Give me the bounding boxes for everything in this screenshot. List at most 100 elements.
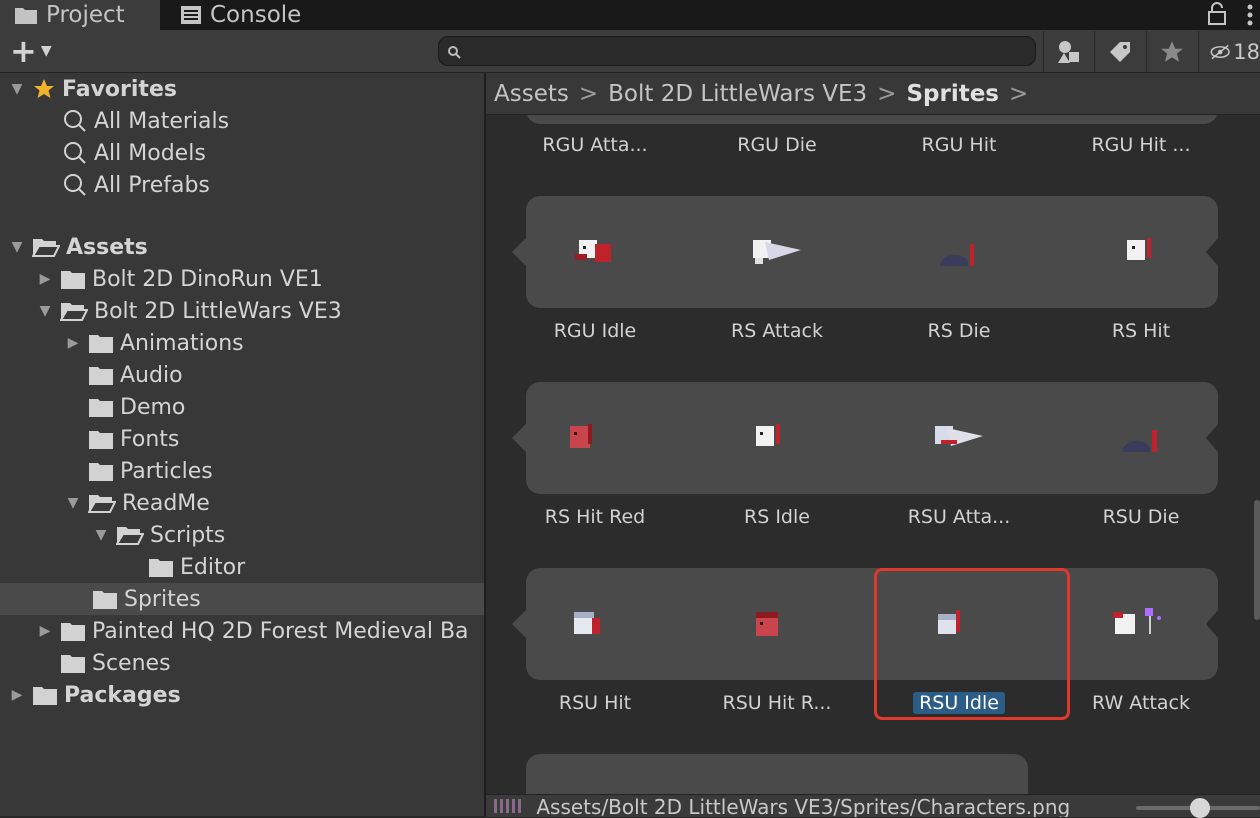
collapse-arrow-icon[interactable]: ▶	[36, 271, 54, 287]
sprite-thumbnail[interactable]	[738, 594, 798, 654]
asset-label[interactable]: RS Hit Red	[510, 506, 680, 528]
lock-icon[interactable]	[1206, 2, 1228, 30]
tree-item-sprites[interactable]: Sprites	[92, 583, 201, 615]
tree-label: Packages	[64, 682, 181, 708]
sprite-thumbnail[interactable]	[552, 408, 612, 468]
collapse-arrow-icon[interactable]: ▶	[36, 623, 54, 639]
tab-console[interactable]: Console	[176, 0, 301, 30]
folder-icon	[88, 396, 114, 418]
expand-group-arrow-icon[interactable]	[1206, 238, 1218, 266]
search-by-label-button[interactable]	[1094, 31, 1145, 72]
collapse-group-arrow-icon[interactable]	[512, 610, 526, 638]
asset-label[interactable]: RS Die	[874, 320, 1044, 342]
sprite-thumbnail[interactable]	[565, 222, 625, 282]
asset-label[interactable]: RS Attack	[692, 320, 862, 342]
asset-label[interactable]: RS Idle	[692, 506, 862, 528]
folder-icon	[88, 428, 114, 450]
tree-item-fonts[interactable]: Fonts	[88, 423, 179, 455]
sprite-thumbnail[interactable]	[1111, 594, 1171, 654]
sprite-thumbnail[interactable]	[1111, 222, 1171, 282]
sprite-thumbnail[interactable]	[556, 594, 616, 654]
asset-label[interactable]: RGU Die	[692, 134, 862, 156]
tree-item-particles[interactable]: Particles	[88, 455, 213, 487]
tree-label: Scenes	[92, 650, 171, 676]
tree-label: Scripts	[150, 522, 226, 548]
sprite-thumbnail[interactable]	[929, 222, 989, 282]
folder-icon	[88, 460, 114, 482]
search-icon	[62, 140, 88, 166]
scrollbar[interactable]	[1254, 500, 1260, 620]
expand-arrow-icon[interactable]: ▼	[36, 303, 54, 319]
tree-item-favorites[interactable]: ▼ Favorites	[8, 73, 177, 105]
selected-tree-row-highlight	[0, 583, 484, 615]
asset-label[interactable]: RSU Hit	[510, 692, 680, 714]
asset-label[interactable]: RSU Atta...	[874, 506, 1044, 528]
tree-item-scenes[interactable]: Scenes	[60, 647, 171, 679]
tree-item-forest[interactable]: ▶ Painted HQ 2D Forest Medieval Ba	[36, 615, 484, 647]
sprite-thumbnail[interactable]	[929, 408, 989, 468]
breadcrumb-item-assets[interactable]: Assets	[494, 81, 569, 107]
expand-arrow-icon[interactable]: ▼	[92, 527, 110, 543]
collapse-group-arrow-icon[interactable]	[512, 238, 526, 266]
tree-label: Audio	[120, 362, 183, 388]
favorites-label: Favorites	[62, 76, 177, 102]
asset-label[interactable]: RGU Hit ...	[1056, 134, 1226, 156]
collapse-group-arrow-icon[interactable]	[512, 424, 526, 452]
collapse-arrow-icon[interactable]: ▶	[64, 335, 82, 351]
expand-group-arrow-icon[interactable]	[1206, 610, 1218, 638]
expand-arrow-icon[interactable]: ▼	[8, 81, 26, 97]
tree-item-packages[interactable]: ▶ Packages	[8, 679, 181, 711]
breadcrumb-item-littlewars[interactable]: Bolt 2D LittleWars VE3	[608, 81, 867, 107]
tree-label: Particles	[120, 458, 213, 484]
tab-project[interactable]: Project	[0, 0, 160, 30]
tree-item-readme[interactable]: ▼ ReadMe	[64, 487, 210, 519]
tree-item-demo[interactable]: Demo	[88, 391, 185, 423]
asset-label[interactable]: RW Attack	[1056, 692, 1226, 714]
asset-label[interactable]: RS Hit	[1056, 320, 1226, 342]
asset-label[interactable]: RGU Hit	[874, 134, 1044, 156]
search-icon	[448, 46, 461, 59]
plus-icon: +	[10, 32, 37, 70]
sprite-thumbnail[interactable]	[738, 408, 798, 468]
search-icon	[62, 172, 88, 198]
sprite-sheet-icon	[494, 799, 524, 813]
asset-label[interactable]: RSU Die	[1056, 506, 1226, 528]
breadcrumb-item-sprites[interactable]: Sprites	[906, 81, 999, 107]
chevron-right-icon[interactable]: >	[1009, 81, 1028, 107]
asset-label[interactable]: RGU Atta...	[510, 134, 680, 156]
search-input[interactable]	[438, 36, 1036, 66]
favorite-star-icon	[32, 77, 56, 101]
asset-label[interactable]: RGU Idle	[510, 320, 680, 342]
tree-item-editor[interactable]: Editor	[148, 551, 245, 583]
hidden-packages-button[interactable]: 18	[1198, 31, 1260, 72]
expand-group-arrow-icon[interactable]	[1206, 424, 1218, 452]
favorites-button[interactable]	[1146, 31, 1197, 72]
sprite-thumbnail[interactable]	[1111, 408, 1171, 468]
more-options-icon[interactable]	[1246, 3, 1254, 31]
favorite-item-all-prefabs[interactable]: All Prefabs	[62, 169, 210, 201]
asset-label[interactable]: RSU Hit R...	[692, 692, 862, 714]
console-icon	[181, 6, 201, 24]
tree-item-audio[interactable]: Audio	[88, 359, 183, 391]
dropdown-arrow-icon: ▼	[40, 43, 52, 59]
tree-item-littlewars[interactable]: ▼ Bolt 2D LittleWars VE3	[36, 295, 342, 327]
expand-arrow-icon[interactable]: ▼	[64, 495, 82, 511]
folder-open-icon	[116, 524, 144, 546]
folder-icon	[148, 556, 174, 578]
tree-item-scripts[interactable]: ▼ Scripts	[92, 519, 226, 551]
favorite-item-label: All Prefabs	[94, 172, 210, 198]
tree-item-dinorun[interactable]: ▶ Bolt 2D DinoRun VE1	[36, 263, 323, 295]
tag-icon	[1110, 41, 1130, 62]
zoom-slider-handle[interactable]	[1190, 798, 1210, 818]
folder-open-icon	[60, 300, 88, 322]
expand-arrow-icon[interactable]: ▼	[8, 239, 26, 255]
collapse-arrow-icon[interactable]: ▶	[8, 687, 26, 703]
tree-label: Editor	[180, 554, 246, 580]
tree-item-animations[interactable]: ▶ Animations	[64, 327, 244, 359]
search-by-type-button[interactable]	[1043, 31, 1094, 72]
favorite-item-all-materials[interactable]: All Materials	[62, 105, 229, 137]
tree-item-assets[interactable]: ▼ Assets	[8, 231, 148, 263]
sprite-thumbnail[interactable]	[747, 222, 807, 282]
favorite-item-all-models[interactable]: All Models	[62, 137, 206, 169]
add-button[interactable]: + ▼	[10, 32, 52, 70]
